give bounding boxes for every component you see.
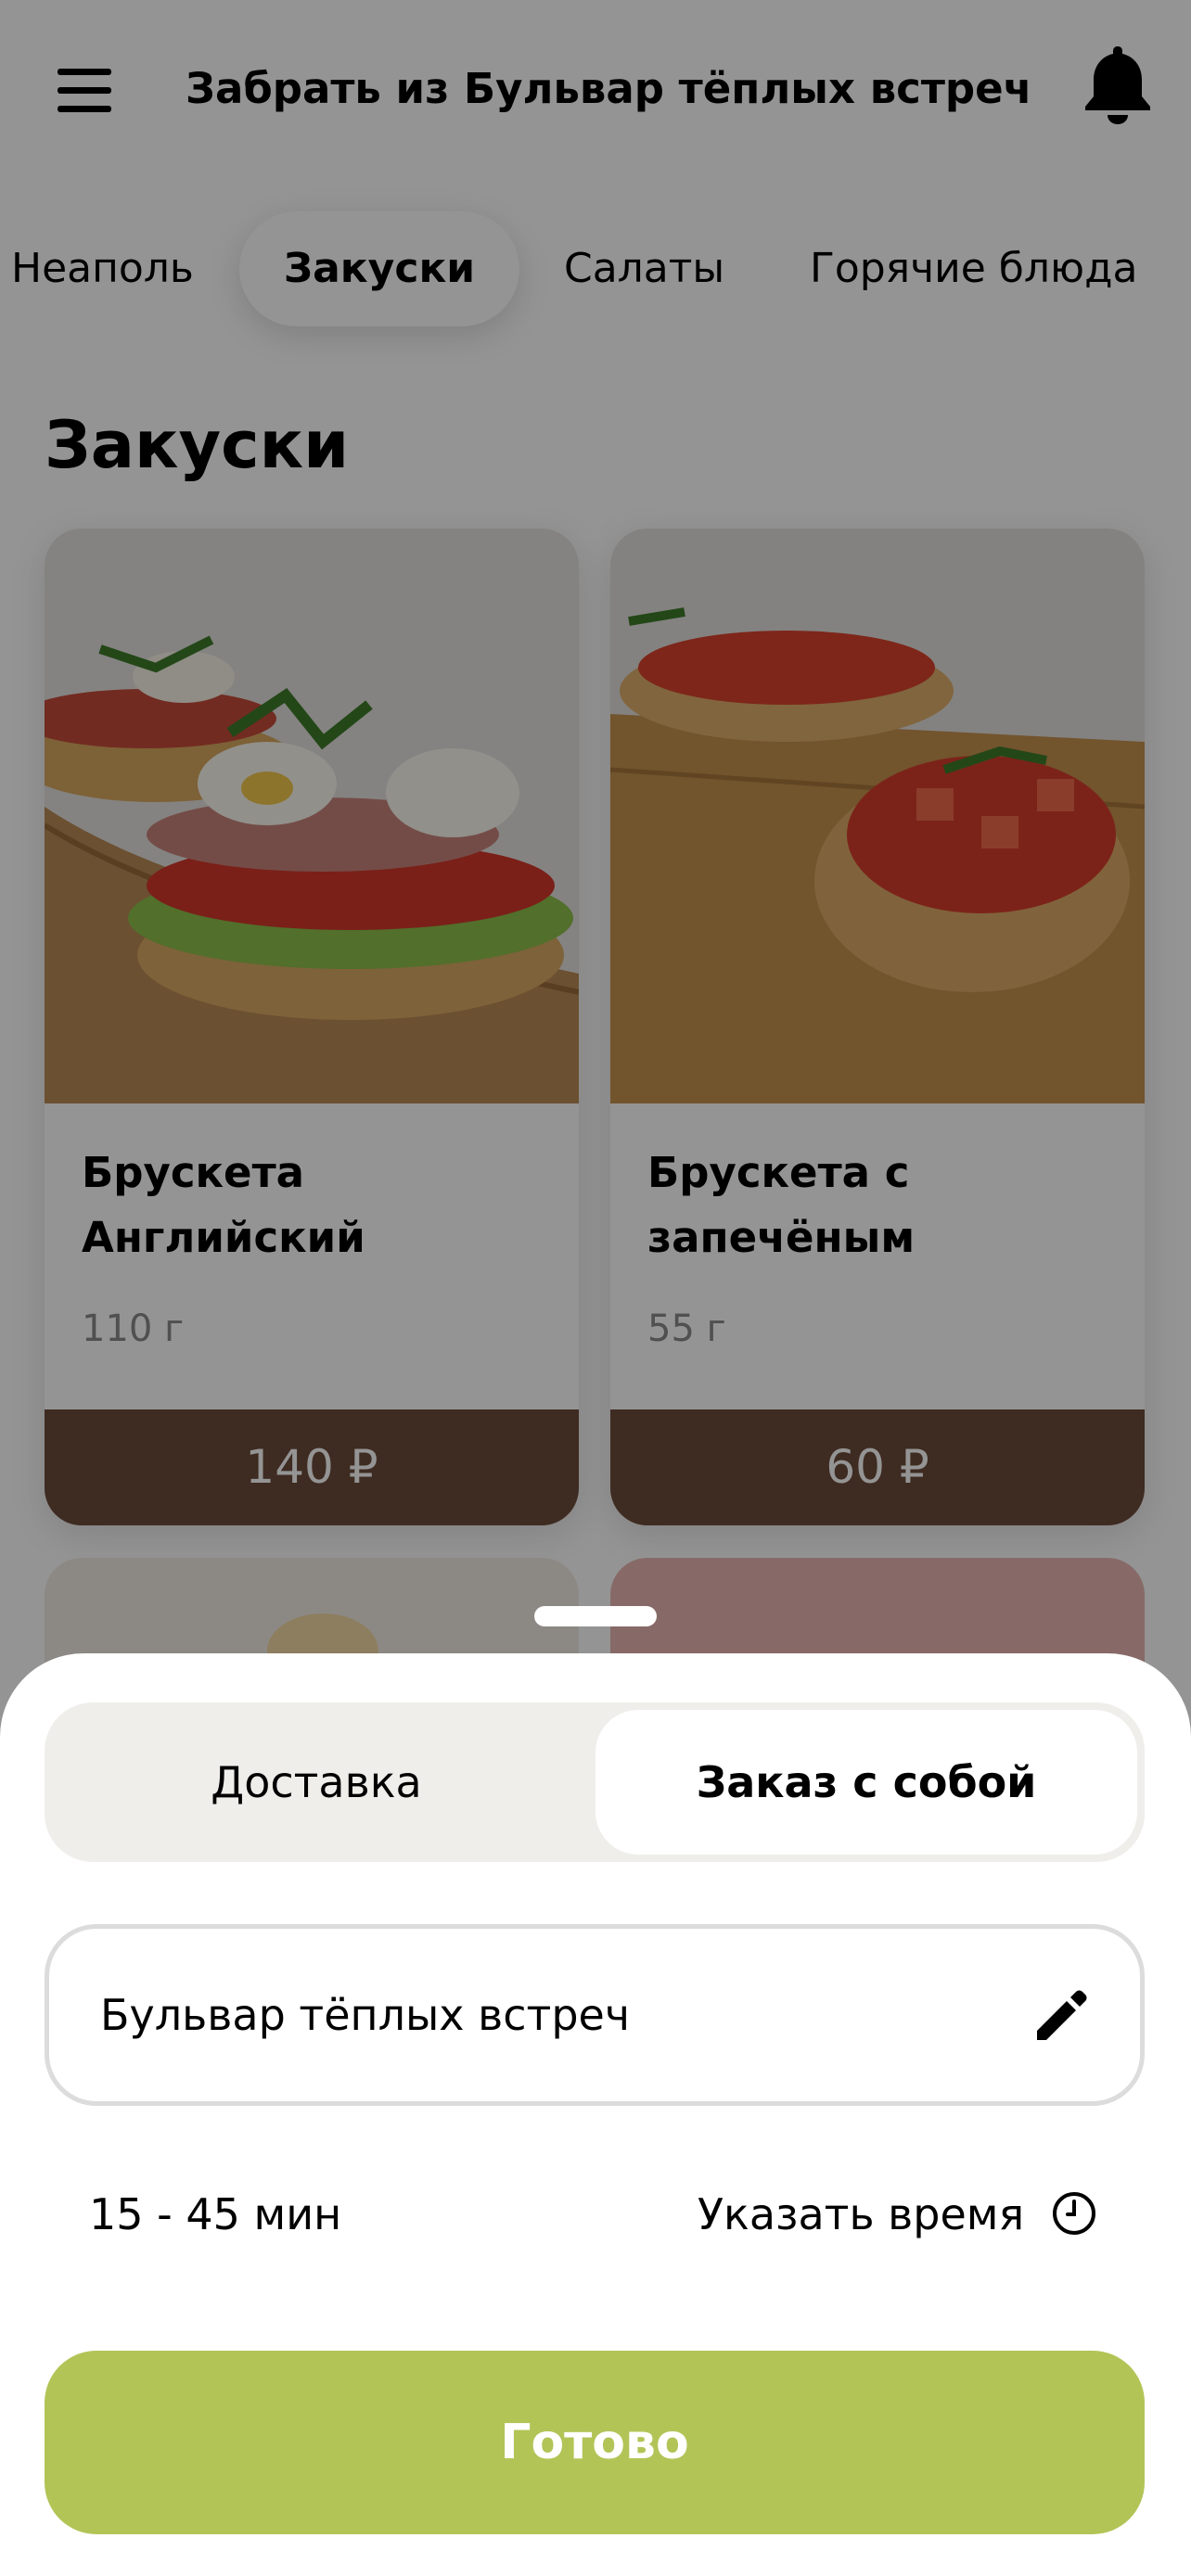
done-button[interactable]: Готово <box>45 2351 1145 2534</box>
app-screen: Забрать из Бульвар тёплых встреч Неаполь… <box>0 0 1191 2576</box>
pickup-address-field[interactable]: Бульвар тёплых встреч <box>45 1924 1145 2106</box>
delivery-option[interactable]: Доставка <box>52 1710 581 1855</box>
set-time-link[interactable]: Указать время <box>698 2187 1024 2242</box>
estimated-time: 15 - 45 мин <box>89 2189 342 2239</box>
order-mode-sheet: Доставка Заказ с собой Бульвар тёплых вс… <box>0 1653 1191 2576</box>
pencil-icon[interactable] <box>1028 1983 1095 2049</box>
clock-icon[interactable] <box>1050 2189 1098 2238</box>
sheet-grabber[interactable] <box>534 1606 657 1626</box>
order-mode-segment: Доставка Заказ с собой <box>45 1702 1145 1862</box>
pickup-address: Бульвар тёплых встреч <box>100 1990 631 2040</box>
takeaway-option[interactable]: Заказ с собой <box>596 1710 1137 1855</box>
